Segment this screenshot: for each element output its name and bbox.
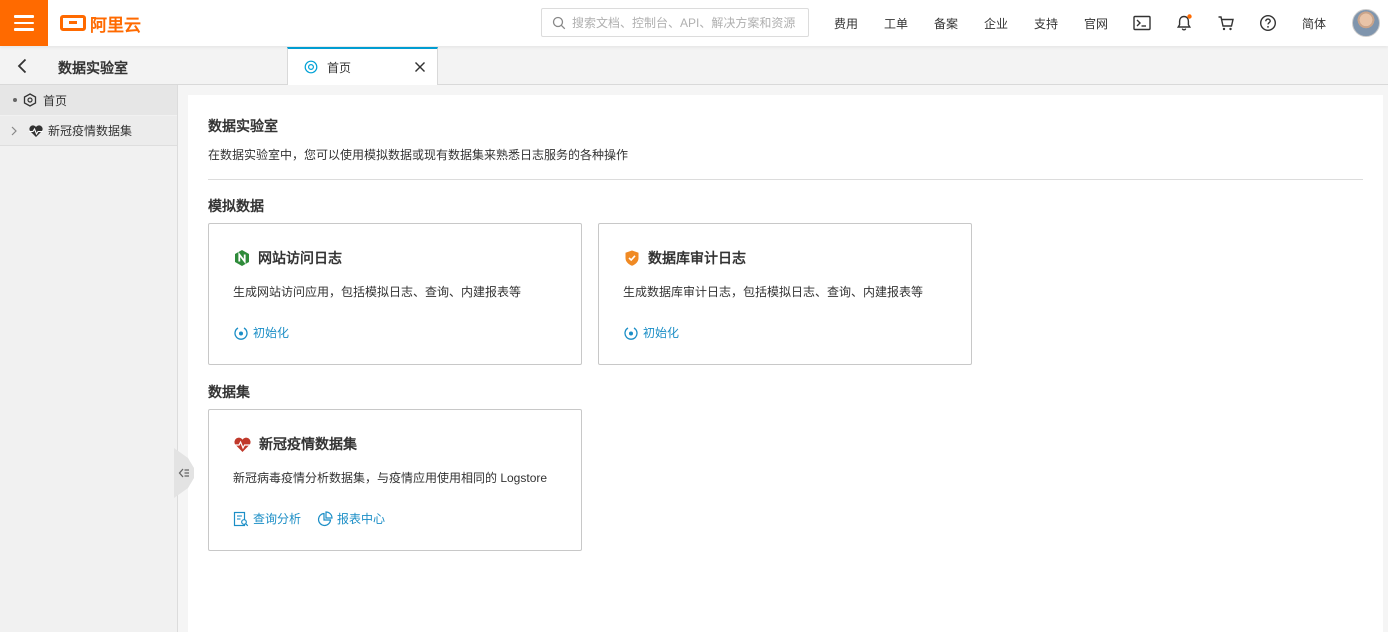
- section-title-simulated: 模拟数据: [208, 198, 264, 214]
- menu-icon[interactable]: [0, 0, 48, 46]
- card-covid-dataset: 新冠疫情数据集 新冠病毒疫情分析数据集，与疫情应用使用相同的 Logstore …: [208, 409, 582, 551]
- action-label: 初始化: [643, 326, 680, 340]
- pie-chart-icon: [317, 510, 333, 526]
- top-navigation-bar: 阿里云 费用 工单 备案 企业 支持 官网 简体: [0, 0, 1388, 46]
- console-header: 数据实验室 首页: [0, 47, 1388, 85]
- target-icon: [304, 60, 318, 74]
- hexagon-icon: [23, 93, 37, 107]
- main-content: 数据实验室 在数据实验室中，您可以使用模拟数据或现有数据集来熟悉日志服务的各种操…: [188, 95, 1383, 632]
- power-cycle-icon: [624, 326, 638, 340]
- tab-label: 首页: [327, 60, 352, 75]
- nav-billing[interactable]: 费用: [834, 15, 858, 32]
- nav-tickets[interactable]: 工单: [884, 15, 908, 32]
- page-description: 在数据实验室中，您可以使用模拟数据或现有数据集来熟悉日志服务的各种操作: [208, 148, 629, 162]
- card-title: 新冠疫情数据集: [259, 436, 357, 452]
- shield-icon: [625, 250, 639, 266]
- sidebar: 首页 新冠疫情数据集: [0, 85, 178, 632]
- logo-text: 阿里云: [90, 15, 141, 35]
- sidebar-item-label: 新冠疫情数据集: [48, 124, 133, 138]
- section-title-datasets: 数据集: [208, 384, 250, 400]
- user-avatar[interactable]: [1352, 9, 1380, 37]
- page-title: 数据实验室: [208, 118, 278, 134]
- global-search[interactable]: [541, 8, 809, 37]
- back-arrow-icon[interactable]: [14, 57, 32, 75]
- card-website-access-log: 网站访问日志 生成网站访问应用，包括模拟日志、查询、内建报表等 初始化: [208, 223, 582, 365]
- heartbeat-icon: [234, 437, 251, 452]
- card-title: 数据库审计日志: [648, 250, 746, 266]
- aliyun-logo-mark: [60, 15, 86, 31]
- power-cycle-icon: [234, 326, 248, 340]
- sidebar-item-covid-dataset[interactable]: 新冠疫情数据集: [0, 116, 177, 146]
- sidebar-item-label: 首页: [43, 93, 68, 108]
- tab-home[interactable]: 首页: [287, 47, 438, 85]
- close-icon[interactable]: [413, 60, 427, 74]
- card-description: 新冠病毒疫情分析数据集，与疫情应用使用相同的 Logstore: [233, 471, 548, 485]
- bell-icon[interactable]: [1174, 13, 1194, 33]
- sidebar-item-home[interactable]: 首页: [0, 85, 177, 115]
- nav-enterprise[interactable]: 企业: [984, 15, 1008, 32]
- initialize-button[interactable]: 初始化: [623, 324, 679, 341]
- nav-official-site[interactable]: 官网: [1084, 15, 1108, 32]
- action-label: 查询分析: [253, 512, 302, 526]
- action-label: 报表中心: [337, 512, 386, 526]
- cart-icon[interactable]: [1216, 13, 1236, 33]
- active-dot: [13, 98, 17, 102]
- report-center-button[interactable]: 报表中心: [317, 510, 385, 527]
- card-description: 生成网站访问应用，包括模拟日志、查询、内建报表等: [233, 285, 522, 299]
- nav-icp-filing[interactable]: 备案: [934, 15, 958, 32]
- card-database-audit-log: 数据库审计日志 生成数据库审计日志，包括模拟日志、查询、内建报表等 初始化: [598, 223, 972, 365]
- nginx-icon: [235, 250, 249, 266]
- initialize-button[interactable]: 初始化: [233, 324, 289, 341]
- console-title: 数据实验室: [58, 60, 128, 76]
- aliyun-logo[interactable]: 阿里云: [60, 11, 141, 36]
- query-analysis-button[interactable]: 查询分析: [233, 510, 301, 527]
- action-label: 初始化: [253, 326, 290, 340]
- heartbeat-icon: [29, 124, 43, 137]
- divider: [208, 179, 1363, 180]
- language-switch[interactable]: 简体: [1302, 15, 1326, 32]
- terminal-icon[interactable]: [1132, 13, 1152, 33]
- help-icon[interactable]: [1258, 13, 1278, 33]
- collapse-icon: [178, 468, 189, 478]
- card-title: 网站访问日志: [258, 250, 342, 266]
- card-description: 生成数据库审计日志，包括模拟日志、查询、内建报表等: [623, 285, 924, 299]
- search-input[interactable]: [572, 15, 802, 30]
- nav-support[interactable]: 支持: [1034, 15, 1058, 32]
- chevron-right-icon[interactable]: [10, 126, 18, 136]
- search-icon: [552, 16, 566, 29]
- query-document-icon: [233, 511, 249, 526]
